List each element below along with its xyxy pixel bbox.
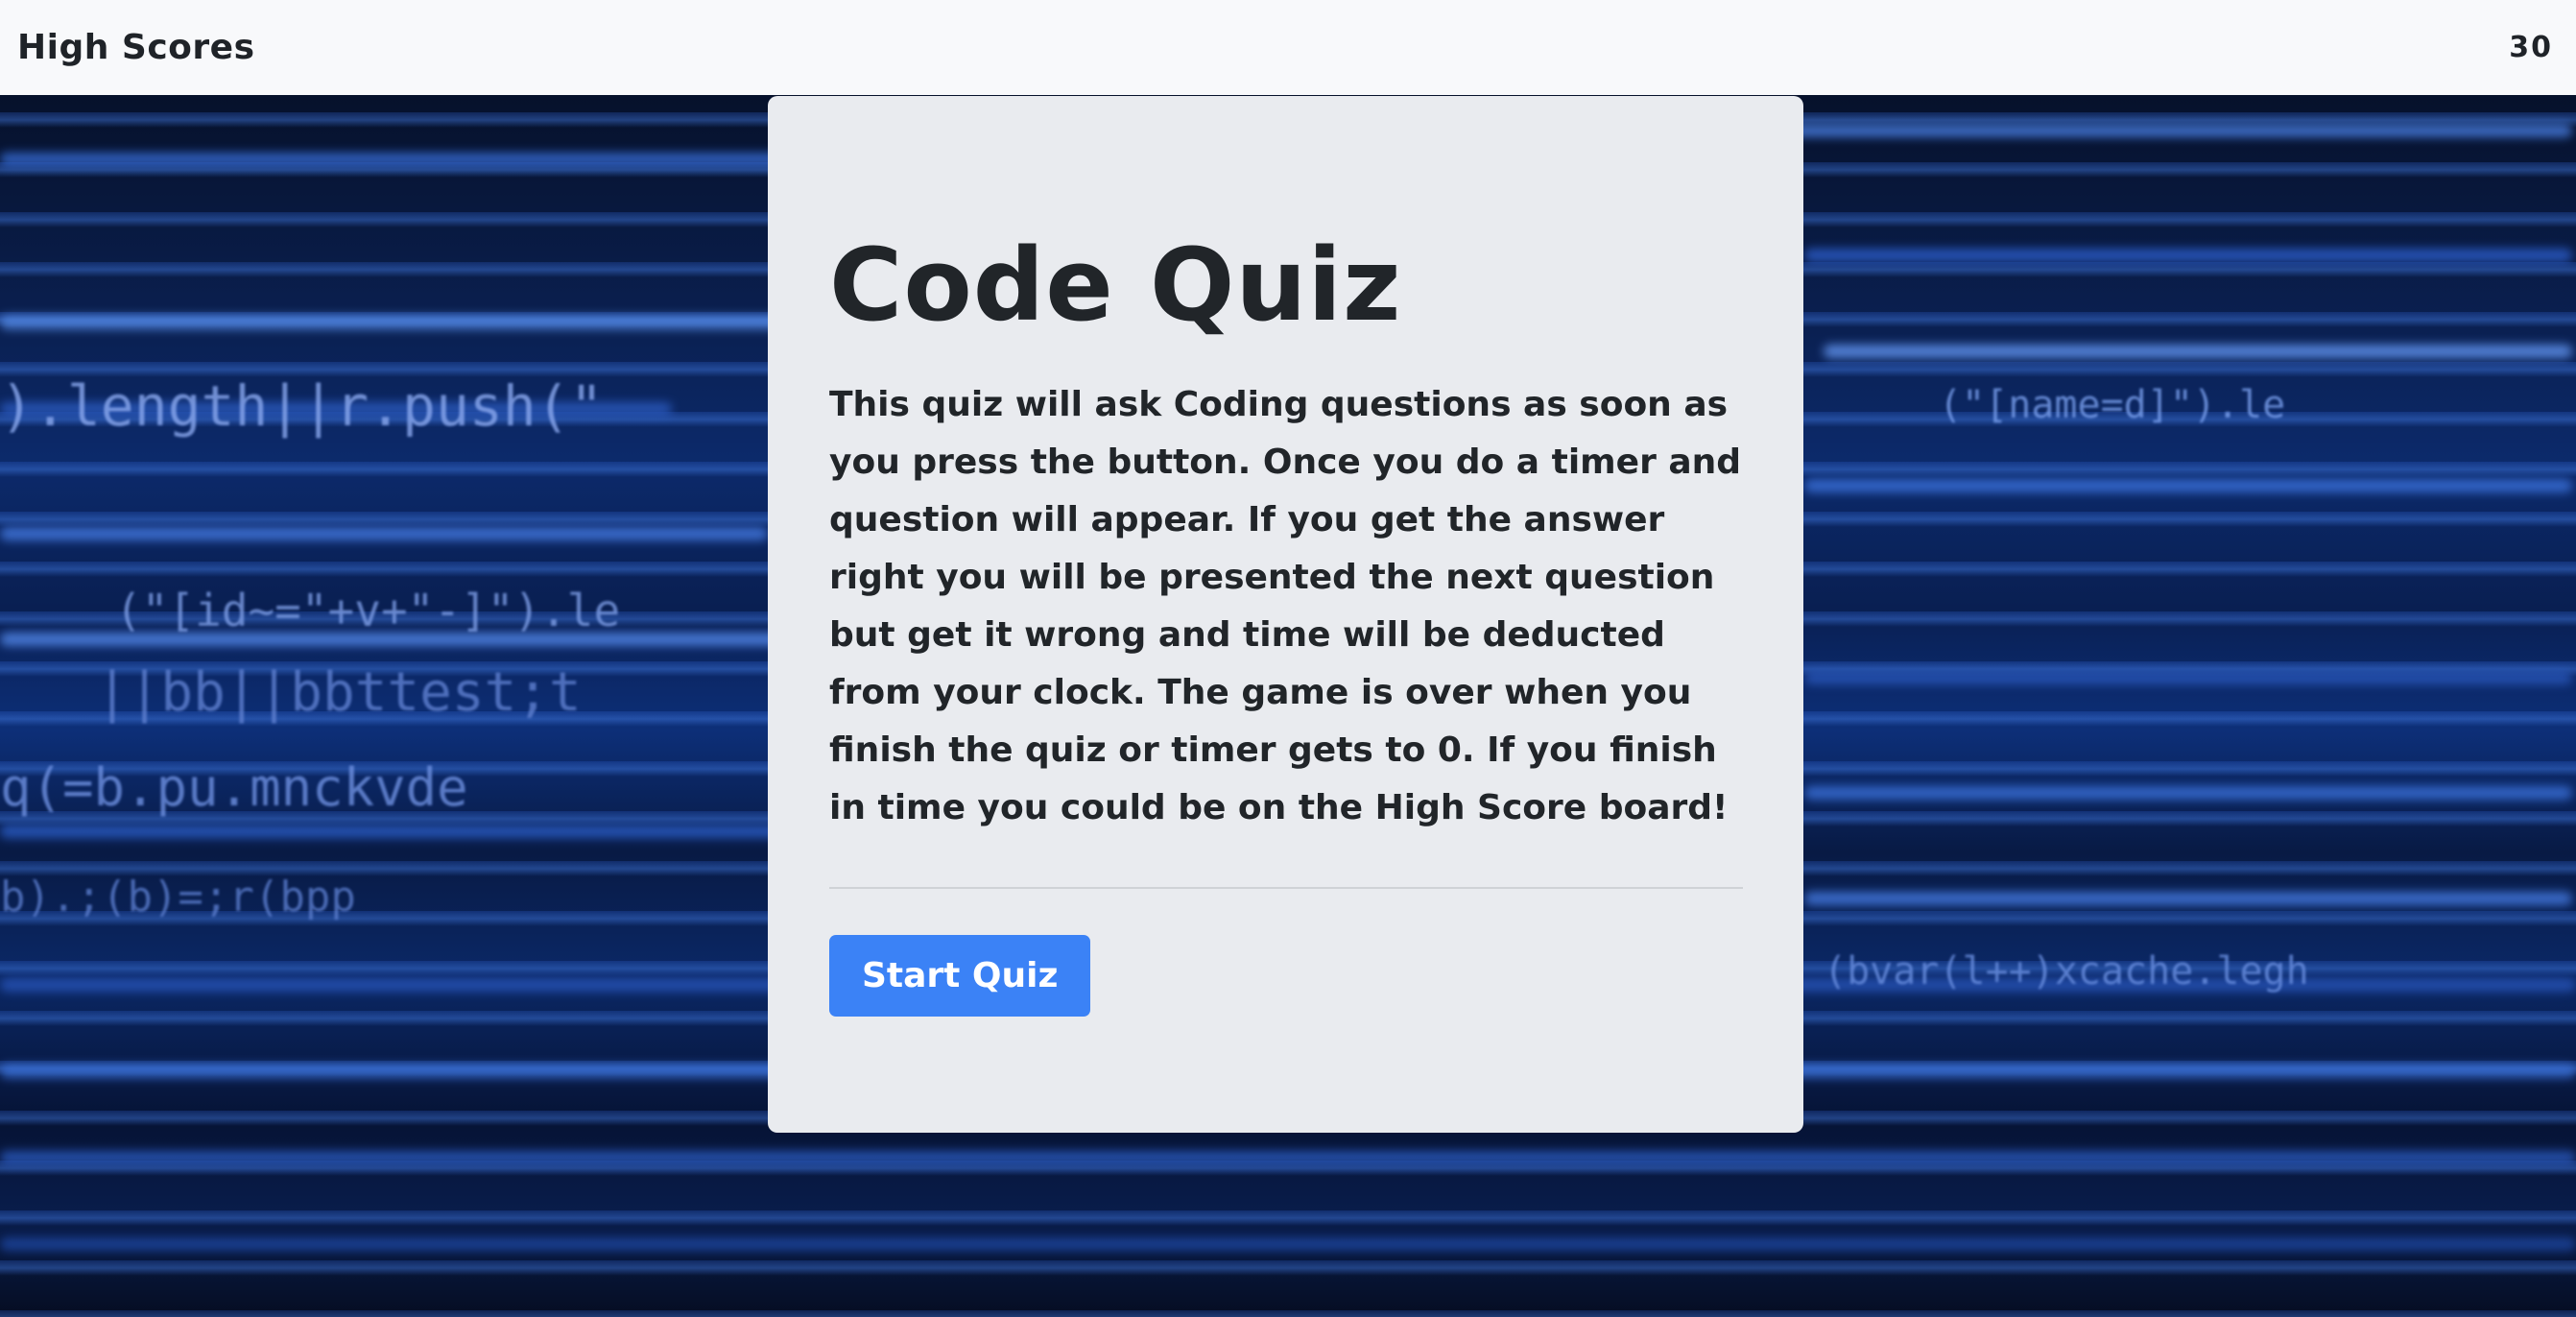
navbar: High Scores 30: [0, 0, 2576, 95]
blurred-code-line: (bvar(l++)xcache.legh: [1824, 949, 2309, 994]
quiz-description: This quiz will ask Coding questions as s…: [829, 385, 1742, 828]
blurred-code-line: ||bb||bbttest;t: [96, 661, 582, 724]
high-scores-link[interactable]: High Scores: [17, 28, 255, 67]
divider: [829, 887, 1743, 890]
blurred-code-line: ("[id~="+v+"-]").le: [115, 585, 621, 636]
blurred-code-line: ).length||r.push(": [0, 373, 604, 439]
blurred-code-line: q(=b.pu.mnckvde: [0, 757, 468, 818]
blurred-code-line: b).;(b)=;r(bpp: [0, 873, 356, 922]
blurred-code-line: ("[name=d]").le: [1939, 383, 2286, 427]
page-title: Code Quiz: [829, 227, 1402, 344]
timer-display: 30: [2509, 31, 2553, 64]
start-quiz-button[interactable]: Start Quiz: [829, 935, 1091, 1018]
quiz-intro-card: Code Quiz This quiz will ask Coding ques…: [768, 96, 1803, 1133]
